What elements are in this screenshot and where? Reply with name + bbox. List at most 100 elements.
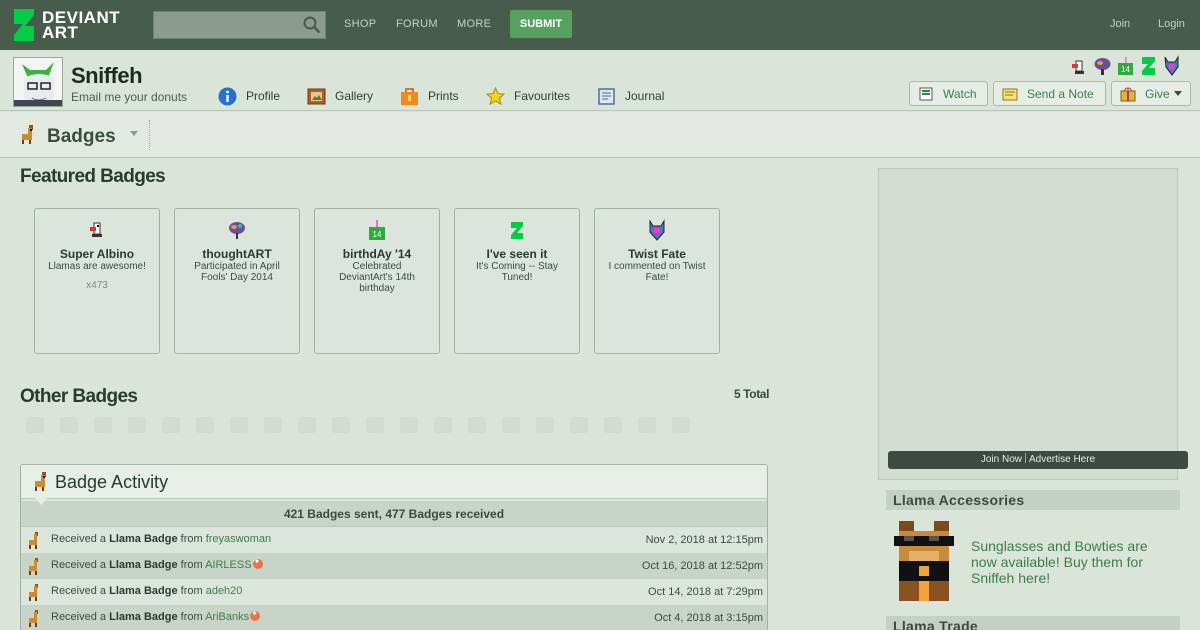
row-prefix: Received a xyxy=(51,585,107,597)
row-from: from xyxy=(180,533,203,545)
seen-it-icon xyxy=(511,222,523,239)
row-badge[interactable]: Llama Badge xyxy=(109,533,177,545)
badge-placeholder xyxy=(332,417,350,433)
badge-card[interactable]: thoughtART Participated in April Fools' … xyxy=(174,208,300,354)
badge-card[interactable]: 14 birthdAy '14 Celebrated DeviantArt's … xyxy=(314,208,440,354)
ad-slot xyxy=(878,168,1178,480)
ad-footer-bar: Join Now Advertise Here xyxy=(888,451,1188,469)
svg-text:14: 14 xyxy=(373,230,382,239)
featured-heading: Featured Badges xyxy=(20,166,166,187)
accessories-promo-link[interactable]: Sunglasses and Bowties are now available… xyxy=(971,538,1171,586)
note-icon xyxy=(1002,88,1018,100)
badge-placeholder xyxy=(536,417,554,433)
badge-name: thoughtART xyxy=(202,247,272,261)
nav-shop[interactable]: SHOP xyxy=(344,18,376,30)
join-link[interactable]: Join xyxy=(1110,18,1130,30)
row-from: from xyxy=(180,585,203,597)
badge-description: I commented on Twist Fate! xyxy=(608,261,706,283)
send-note-button[interactable]: Send a Note xyxy=(993,81,1106,106)
llama-icon xyxy=(22,125,33,144)
badge-name: Super Albino xyxy=(59,247,135,261)
submit-button[interactable]: SUBMIT xyxy=(510,10,572,38)
tab-journal[interactable]: Journal xyxy=(597,86,664,106)
llama-icon xyxy=(29,610,38,627)
super-albino-badge-icon[interactable] xyxy=(1070,55,1089,77)
search-input[interactable] xyxy=(153,11,326,39)
nav-forum[interactable]: FORUM xyxy=(396,18,438,30)
tab-gallery[interactable]: Gallery xyxy=(307,86,373,106)
activity-row: Received a Llama Badge from AIRLESS Oct … xyxy=(21,553,767,579)
row-user-link[interactable]: AIRLESS xyxy=(205,559,251,571)
gallery-icon xyxy=(307,88,326,104)
watch-button[interactable]: Watch xyxy=(909,81,988,106)
llama-accessories-heading: Llama Accessories xyxy=(886,490,1180,510)
llama-icon xyxy=(35,472,46,491)
row-date: Nov 2, 2018 at 12:15pm xyxy=(645,534,763,546)
deviantart-logo[interactable]: DEVIANT ART xyxy=(12,8,132,42)
badge-placeholder xyxy=(570,417,588,433)
badge-name: Twist Fate xyxy=(628,247,686,261)
badge-placeholder xyxy=(128,417,146,433)
journal-icon xyxy=(598,87,615,105)
nav-more[interactable]: MORE xyxy=(457,18,491,30)
caret-down-icon[interactable] xyxy=(130,131,138,136)
row-badge[interactable]: Llama Badge xyxy=(109,611,177,623)
row-date: Oct 14, 2018 at 7:29pm xyxy=(648,586,763,598)
badge-placeholder xyxy=(230,417,248,433)
username[interactable]: Sniffeh xyxy=(71,63,143,89)
llama-with-sunglasses-icon xyxy=(894,521,954,601)
thoughtart-badge-icon[interactable] xyxy=(1093,55,1112,77)
watch-label: Watch xyxy=(943,86,977,101)
row-user-link[interactable]: freyaswoman xyxy=(206,533,271,545)
tab-favourites[interactable]: Favourites xyxy=(486,86,570,106)
birthday-badge-icon[interactable]: 14 xyxy=(1116,55,1135,77)
tab-gallery-label: Gallery xyxy=(335,89,374,103)
tab-profile[interactable]: Profile xyxy=(218,86,280,106)
give-label: Give xyxy=(1145,86,1170,101)
badge-placeholder xyxy=(400,417,418,433)
give-button[interactable]: Give xyxy=(1111,81,1191,106)
badge-total: 5 Total xyxy=(734,387,769,401)
send-note-label: Send a Note xyxy=(1027,86,1094,101)
search-icon[interactable] xyxy=(303,16,321,34)
badge-count: x473 xyxy=(86,280,108,291)
avatar[interactable] xyxy=(13,57,63,107)
badge-placeholder xyxy=(502,417,520,433)
activity-row: Received a Llama Badge from AriBanks Oct… xyxy=(21,605,767,630)
badge-card[interactable]: Twist Fate I commented on Twist Fate! xyxy=(594,208,720,354)
user-badge-strip: 14 xyxy=(1070,55,1181,77)
logo-text-art: ART xyxy=(42,23,79,42)
badge-placeholder xyxy=(26,417,44,433)
deviantart-logo-icon xyxy=(12,9,36,41)
activity-summary: 421 Badges sent, 477 Badges received xyxy=(21,501,767,527)
seen-it-badge-icon[interactable] xyxy=(1139,55,1158,77)
login-link[interactable]: Login xyxy=(1158,18,1185,30)
tab-prints[interactable]: Prints xyxy=(400,86,459,106)
chevron-down-icon xyxy=(1173,91,1182,96)
row-prefix: Received a xyxy=(51,559,107,571)
section-title[interactable]: Badges xyxy=(47,126,116,148)
join-now-link[interactable]: Join Now xyxy=(981,454,1022,465)
llama-trade-heading: Llama Trade xyxy=(886,616,1180,630)
row-user-link[interactable]: AriBanks xyxy=(205,611,249,623)
watch-icon xyxy=(919,87,933,100)
core-member-icon xyxy=(250,609,261,621)
row-from: from xyxy=(180,611,203,623)
gift-icon xyxy=(1120,87,1136,101)
badge-placeholder xyxy=(196,417,214,433)
advertise-here-link[interactable]: Advertise Here xyxy=(1029,454,1095,465)
core-member-icon xyxy=(252,557,263,569)
top-bar: DEVIANT ART SHOP FORUM MORE SUBMIT Join … xyxy=(0,0,1200,50)
star-icon xyxy=(486,86,505,105)
badge-card[interactable]: Super Albino Llamas are awesome! x473 xyxy=(34,208,160,354)
twist-fate-badge-icon[interactable] xyxy=(1162,55,1181,77)
twist-fate-icon xyxy=(649,219,665,241)
row-badge[interactable]: Llama Badge xyxy=(109,559,177,571)
badge-card[interactable]: I've seen it It's Coming -- Stay Tuned! xyxy=(454,208,580,354)
badge-placeholder xyxy=(468,417,486,433)
row-user-link[interactable]: adeh20 xyxy=(206,585,243,597)
row-from: from xyxy=(180,559,203,571)
badge-description: Llamas are awesome! xyxy=(48,261,146,272)
row-badge[interactable]: Llama Badge xyxy=(109,585,177,597)
badge-placeholder xyxy=(94,417,112,433)
